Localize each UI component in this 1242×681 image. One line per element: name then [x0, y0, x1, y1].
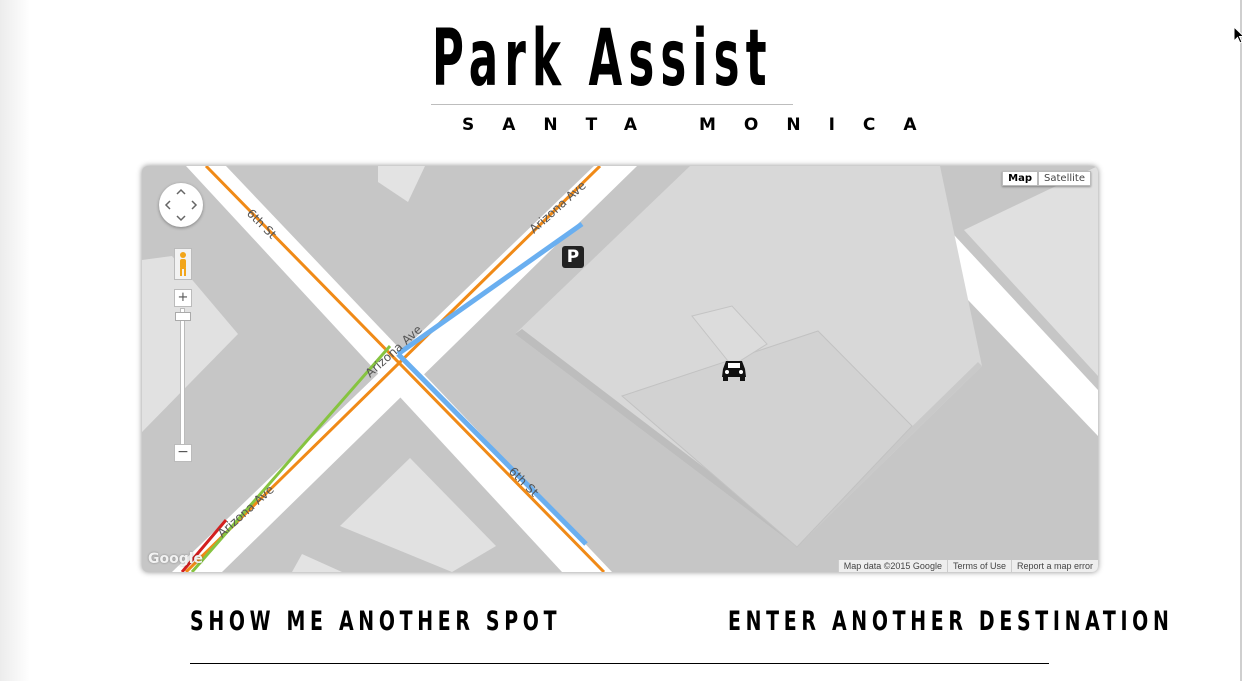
- parking-icon[interactable]: P: [562, 246, 584, 268]
- enter-another-destination-button[interactable]: ENTER ANOTHER DESTINATION: [728, 606, 1174, 637]
- car-icon[interactable]: [720, 357, 748, 383]
- app-subtitle: SANTA MONICA: [462, 115, 945, 135]
- map-attribution: Map data ©2015 Google Terms of Use Repor…: [837, 560, 1098, 572]
- show-another-spot-button[interactable]: SHOW ME ANOTHER SPOT: [190, 606, 561, 637]
- app-title: Park Assist: [432, 14, 773, 104]
- mouse-cursor-icon: [1233, 26, 1242, 44]
- terms-of-use-link[interactable]: Terms of Use: [946, 560, 1011, 572]
- zoom-out-button[interactable]: −: [174, 444, 192, 462]
- bottom-divider: [190, 663, 1049, 664]
- zoom-in-button[interactable]: +: [174, 289, 192, 307]
- street-view-pegman-icon[interactable]: [174, 248, 192, 280]
- report-map-error-link[interactable]: Report a map error: [1010, 560, 1098, 572]
- map-type-satellite-button[interactable]: Satellite: [1038, 171, 1091, 186]
- map-type-control: Map Satellite: [1002, 171, 1091, 186]
- zoom-slider-handle[interactable]: [175, 312, 191, 321]
- left-edge-shade: [0, 0, 30, 681]
- title-divider: [431, 104, 793, 105]
- map-data-credit: Map data ©2015 Google: [837, 560, 947, 572]
- zoom-slider[interactable]: [180, 308, 185, 446]
- google-logo: Google: [148, 551, 204, 567]
- map-canvas[interactable]: 6th St Arizona Ave Arizona Ave 6th St Ar…: [142, 166, 1098, 572]
- map-type-map-button[interactable]: Map: [1002, 171, 1039, 186]
- pan-control[interactable]: [159, 183, 203, 227]
- map-view[interactable]: 6th St Arizona Ave Arizona Ave 6th St Ar…: [142, 166, 1098, 572]
- pan-arrows-icon: [164, 188, 198, 222]
